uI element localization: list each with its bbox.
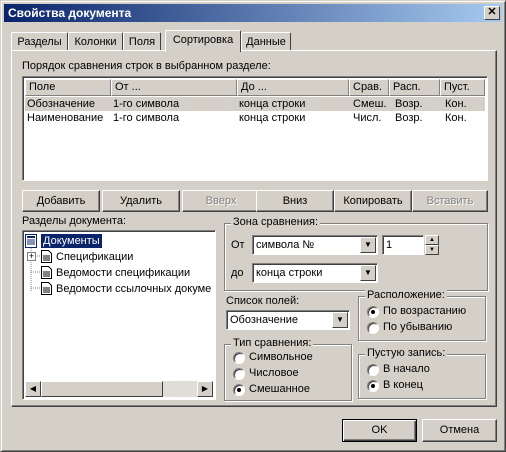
radio-mixed-label[interactable]: Смешанное [249, 383, 310, 395]
cancel-button[interactable]: Отмена [422, 419, 497, 442]
spin-down-icon[interactable]: ▼ [425, 245, 439, 255]
document-icon [41, 250, 52, 263]
radio-at-end[interactable] [367, 380, 379, 392]
tab-columns[interactable]: Колонки [68, 32, 123, 52]
table-row[interactable]: Наименование 1-го символа конца строки Ч… [25, 111, 485, 125]
scroll-right-icon[interactable]: ▶ [197, 381, 213, 397]
to-select-value: конца строки [256, 267, 323, 279]
copy-button[interactable]: Копировать [334, 190, 412, 212]
sections-tree[interactable]: Документы + Спецификации Ведомости специ… [22, 230, 216, 400]
paste-button[interactable]: Вставить [412, 190, 488, 212]
radio-symbolic-label[interactable]: Символьное [249, 351, 313, 363]
compare-zone-group: Зона сравнения: От символа № ▼ 1 ▲ ▼ до … [224, 216, 488, 291]
from-select[interactable]: символа № ▼ [252, 235, 378, 255]
from-number-field[interactable]: 1 [382, 235, 424, 255]
cell-from: 1-го символа [113, 98, 180, 110]
radio-numeric-label[interactable]: Числовое [249, 367, 299, 379]
radio-ascending[interactable] [367, 306, 379, 318]
scroll-thumb[interactable] [41, 381, 163, 397]
column-header-compare[interactable]: Срав. [349, 79, 389, 96]
field-list-select[interactable]: Обозначение ▼ [226, 310, 350, 330]
tab-fields[interactable]: Поля [123, 32, 161, 52]
chevron-down-icon[interactable]: ▼ [360, 237, 376, 253]
cell-empty: Кон. [445, 98, 467, 110]
column-header-from[interactable]: От ... [111, 79, 237, 96]
order-group: Расположение: По возрастанию По убыванию [358, 289, 486, 341]
radio-descending[interactable] [367, 322, 379, 334]
from-number-value: 1 [386, 239, 393, 251]
cell-empty: Кон. [445, 112, 467, 124]
table-row[interactable]: Обозначение 1-го символа конца строки См… [25, 97, 485, 111]
document-icon [41, 282, 52, 295]
from-select-value: символа № [256, 239, 315, 251]
tree-item-specifications[interactable]: Спецификации [56, 250, 133, 264]
chevron-down-icon[interactable]: ▼ [332, 312, 348, 328]
tree-item-reference-sheets[interactable]: Ведомости ссылочных докуме [56, 282, 211, 296]
sections-caption: Разделы документа: [22, 215, 127, 227]
tab-sorting[interactable]: Сортировка [165, 30, 241, 52]
cell-compare: Числ. [353, 112, 382, 124]
sort-order-caption: Порядок сравнения строк в выбранном разд… [22, 60, 271, 72]
column-header-position[interactable]: Расп. [389, 79, 440, 96]
spin-up-icon[interactable]: ▲ [425, 235, 439, 245]
scroll-left-icon[interactable]: ◀ [25, 381, 41, 397]
field-list-value: Обозначение [230, 314, 299, 326]
to-label: до [231, 267, 244, 279]
chevron-down-icon[interactable]: ▼ [360, 265, 376, 281]
ok-button[interactable]: OK [342, 419, 417, 442]
close-icon[interactable]: ✕ [484, 6, 500, 20]
cell-from: 1-го символа [113, 112, 180, 124]
radio-ascending-label[interactable]: По возрастанию [383, 305, 466, 317]
tab-sections[interactable]: Разделы [11, 32, 68, 52]
radio-symbolic[interactable] [233, 352, 245, 364]
radio-at-start[interactable] [367, 364, 379, 376]
to-select[interactable]: конца строки ▼ [252, 263, 378, 283]
sorting-panel: Порядок сравнения строк в выбранном разд… [11, 50, 497, 407]
compare-zone-title: Зона сравнения: [231, 216, 321, 228]
sort-order-list[interactable]: Поле От ... До ... Срав. Расп. Пуст. Обо… [22, 76, 488, 181]
field-list-label: Список полей: [226, 295, 300, 307]
column-header-field[interactable]: Поле [25, 79, 111, 96]
empty-record-title: Пустую запись: [365, 347, 448, 359]
radio-descending-label[interactable]: По убыванию [383, 321, 452, 333]
add-button[interactable]: Добавить [22, 190, 100, 212]
cell-compare: Смеш. [353, 98, 387, 110]
move-down-button[interactable]: Вниз [256, 190, 334, 212]
radio-numeric[interactable] [233, 368, 245, 380]
delete-button[interactable]: Удалить [102, 190, 180, 212]
radio-mixed[interactable] [233, 384, 245, 396]
cell-to: конца строки [239, 98, 306, 110]
radio-at-start-label[interactable]: В начало [383, 363, 430, 375]
column-header-empty[interactable]: Пуст. [440, 79, 485, 96]
from-label: От [231, 239, 245, 251]
compare-type-title: Тип сравнения: [231, 337, 314, 349]
properties-dialog: Свойства документа ✕ Разделы Колонки Пол… [0, 0, 506, 452]
window-title: Свойства документа [8, 6, 132, 20]
cell-position: Возр. [395, 112, 423, 124]
cell-position: Возр. [395, 98, 423, 110]
expand-icon[interactable]: + [27, 252, 36, 261]
tab-data[interactable]: Данные [241, 32, 291, 52]
empty-record-group: Пустую запись: В начало В конец [358, 347, 486, 399]
horizontal-scrollbar[interactable]: ◀ ▶ [25, 381, 213, 397]
order-title: Расположение: [365, 289, 447, 301]
radio-at-end-label[interactable]: В конец [383, 379, 423, 391]
cell-field: Обозначение [27, 98, 96, 110]
compare-type-group: Тип сравнения: Символьное Числовое Смеша… [224, 337, 352, 401]
column-header-to[interactable]: До ... [237, 79, 349, 96]
title-bar: Свойства документа ✕ [4, 4, 502, 22]
move-up-button[interactable]: Вверх [182, 190, 260, 212]
document-icon [41, 266, 52, 279]
tree-item-spec-sheets[interactable]: Ведомости спецификации [56, 266, 190, 280]
cell-to: конца строки [239, 112, 306, 124]
cell-field: Наименование [27, 112, 104, 124]
